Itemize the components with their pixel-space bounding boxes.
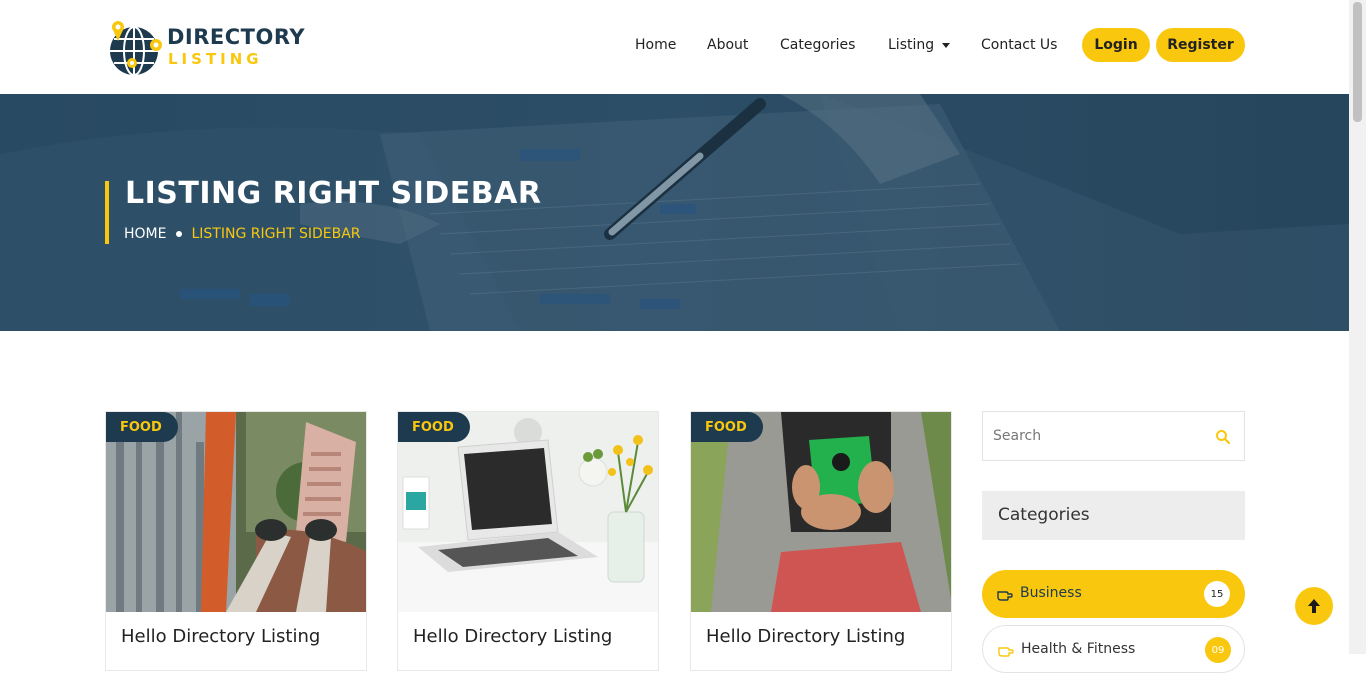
- logo-text-directory: DIRECTORY: [167, 25, 306, 49]
- laptop-desk-flowers-photo: [398, 412, 658, 612]
- listing-title[interactable]: Hello Directory Listing: [121, 626, 320, 647]
- site-logo[interactable]: DIRECTORY LISTING: [106, 17, 306, 77]
- category-item-health-fitness[interactable]: Health & Fitness 09: [982, 625, 1245, 673]
- search-input[interactable]: [983, 412, 1203, 460]
- category-count-badge: 15: [1204, 581, 1230, 607]
- nav-listing-label: Listing: [888, 37, 935, 53]
- categories-heading: Categories: [982, 491, 1245, 540]
- hand-pointing-icon: [997, 591, 1013, 601]
- listing-image[interactable]: [106, 412, 366, 612]
- nav-contact[interactable]: Contact Us: [981, 37, 1057, 53]
- site-header: DIRECTORY LISTING Home About Categories …: [0, 0, 1366, 94]
- breadcrumb: HOME LISTING RIGHT SIDEBAR: [124, 226, 361, 242]
- listing-image[interactable]: [398, 412, 658, 612]
- banner-background-image: [0, 94, 1349, 331]
- page-banner: [0, 94, 1349, 331]
- listing-card[interactable]: FOOD Hello Directory Listing: [105, 411, 367, 671]
- hand-pointing-icon: [998, 647, 1014, 657]
- listing-title[interactable]: Hello Directory Listing: [706, 626, 905, 647]
- man-green-phone-photo: [691, 412, 951, 612]
- breadcrumb-separator: [176, 231, 183, 237]
- page-scrollbar[interactable]: [1349, 0, 1366, 654]
- logo-text-listing: LISTING: [168, 50, 263, 68]
- arrow-up-icon: [1308, 599, 1320, 613]
- listing-category-tag[interactable]: FOOD: [398, 412, 470, 442]
- nav-listing[interactable]: Listing: [888, 37, 951, 53]
- globe-pin-icon: [110, 21, 162, 76]
- nav-about[interactable]: About: [707, 37, 748, 53]
- category-label: Business: [1020, 585, 1082, 601]
- listing-card[interactable]: FOOD Hello Directory Listing: [397, 411, 659, 671]
- category-item-business[interactable]: Business 15: [982, 570, 1245, 618]
- scrollbar-thumb[interactable]: [1353, 2, 1362, 122]
- category-label: Health & Fitness: [1021, 641, 1136, 657]
- listing-card[interactable]: FOOD Hello Directory Listing: [690, 411, 952, 671]
- title-accent-bar-overlay: [105, 181, 109, 244]
- listing-category-tag[interactable]: FOOD: [691, 412, 763, 442]
- search-box: [982, 411, 1245, 461]
- page-title: LISTING RIGHT SIDEBAR: [125, 176, 542, 211]
- nav-categories[interactable]: Categories: [780, 37, 855, 53]
- back-to-top-button[interactable]: [1295, 587, 1333, 625]
- caret-down-icon: [942, 42, 951, 48]
- nav-home[interactable]: Home: [635, 37, 676, 53]
- city-skyscraper-feet-photo: [106, 412, 366, 612]
- listing-title[interactable]: Hello Directory Listing: [413, 626, 612, 647]
- breadcrumb-home[interactable]: HOME: [124, 226, 166, 242]
- breadcrumb-current: LISTING RIGHT SIDEBAR: [191, 226, 361, 242]
- register-button[interactable]: Register: [1156, 28, 1245, 62]
- search-icon[interactable]: [1215, 429, 1231, 445]
- listing-category-tag[interactable]: FOOD: [106, 412, 178, 442]
- category-count-badge: 09: [1205, 637, 1231, 663]
- listing-image[interactable]: [691, 412, 951, 612]
- login-button[interactable]: Login: [1082, 28, 1150, 62]
- categories-title: Categories: [998, 505, 1090, 525]
